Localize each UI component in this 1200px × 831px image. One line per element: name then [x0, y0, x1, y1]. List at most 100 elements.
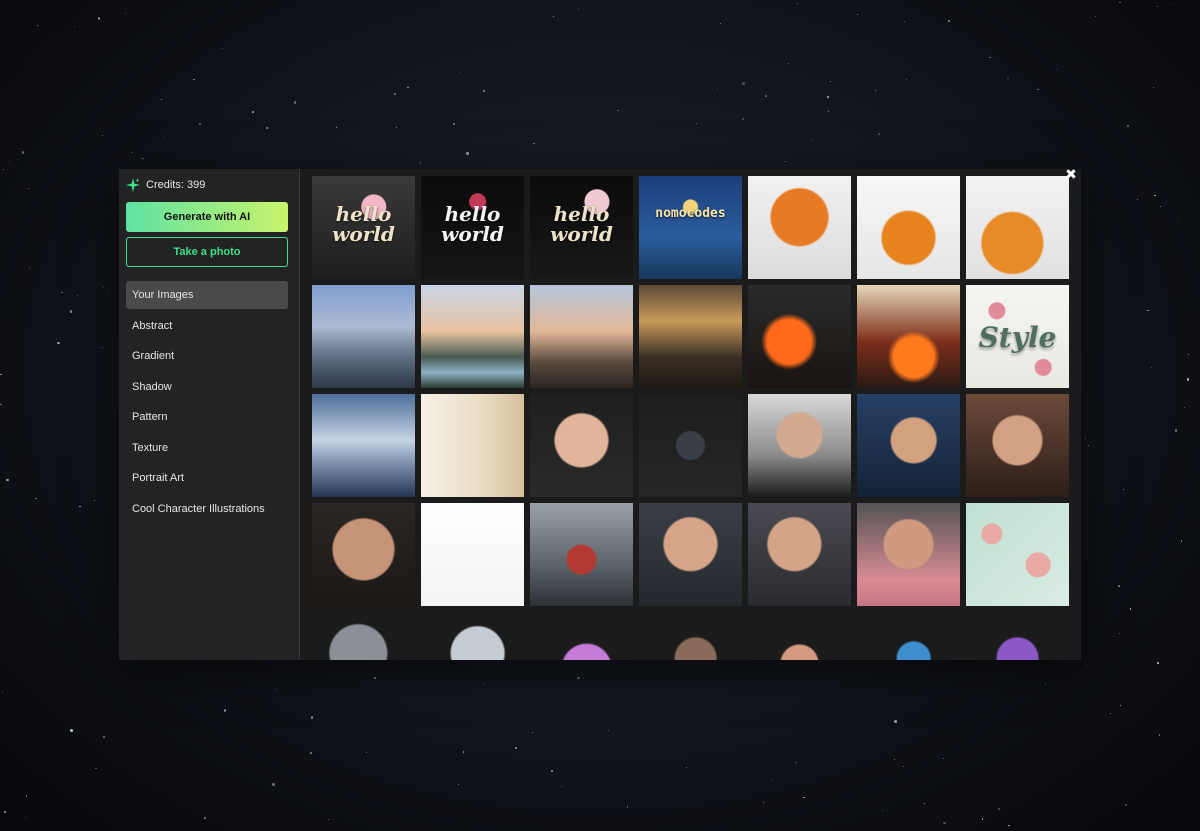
star	[193, 78, 195, 81]
image-thumbnail-icon	[639, 285, 742, 388]
gallery-image-tile[interactable]	[857, 285, 960, 388]
gallery-image-tile[interactable]	[530, 503, 633, 606]
star	[1118, 585, 1120, 587]
star	[265, 126, 269, 130]
star	[626, 806, 629, 808]
star	[742, 82, 745, 85]
star	[685, 767, 687, 769]
star	[1174, 429, 1178, 432]
star	[770, 778, 773, 781]
gallery-image-tile[interactable]	[639, 285, 742, 388]
category-pattern[interactable]: Pattern	[126, 403, 288, 431]
gallery-image-tile[interactable]	[748, 285, 851, 388]
image-thumbnail-icon	[748, 285, 851, 388]
star	[24, 816, 27, 819]
star	[310, 716, 313, 719]
sparkle-icon	[126, 177, 140, 192]
gallery-image-tile[interactable]	[639, 394, 742, 497]
gallery-image-tile[interactable]	[748, 503, 851, 606]
gallery-image-tile[interactable]	[857, 503, 960, 606]
close-icon[interactable]: ✖	[1064, 168, 1078, 182]
gallery-image-tile[interactable]	[530, 612, 633, 660]
star	[1125, 804, 1127, 806]
star	[796, 2, 798, 4]
gallery-image-tile[interactable]	[312, 503, 415, 606]
star	[95, 767, 97, 770]
category-your-images[interactable]: Your Images	[126, 281, 288, 309]
gallery-image-tile[interactable]: hello world	[421, 176, 524, 279]
gallery-image-tile[interactable]: Style	[966, 285, 1069, 388]
gallery-image-tile[interactable]	[421, 285, 524, 388]
star	[69, 310, 73, 313]
star	[252, 111, 254, 113]
gallery-image-tile[interactable]	[639, 612, 742, 660]
hello-world-text: hello world	[441, 202, 504, 246]
star	[981, 818, 984, 820]
star	[1180, 540, 1183, 542]
category-shadow[interactable]: Shadow	[126, 373, 288, 401]
gallery-image-tile[interactable]	[748, 394, 851, 497]
category-nav: Your Images Abstract Gradient Shadow Pat…	[126, 281, 288, 523]
star	[102, 287, 104, 289]
star	[1160, 206, 1161, 208]
gallery-image-tile[interactable]	[966, 612, 1069, 660]
gallery-image-tile[interactable]	[966, 394, 1069, 497]
gallery-image-tile[interactable]	[639, 503, 742, 606]
star	[1120, 704, 1122, 706]
star	[61, 291, 63, 294]
star	[923, 802, 925, 804]
image-thumbnail-icon	[748, 503, 851, 606]
gallery-image-tile[interactable]	[421, 612, 524, 660]
star	[1085, 437, 1087, 439]
gallery-image-tile[interactable]	[748, 612, 851, 660]
star	[875, 89, 877, 91]
gallery-image-tile[interactable]: hello world	[312, 176, 415, 279]
star	[1129, 608, 1132, 610]
image-thumbnail-icon	[857, 503, 960, 606]
category-abstract[interactable]: Abstract	[126, 312, 288, 340]
star	[893, 758, 895, 760]
gallery-image-tile[interactable]	[966, 176, 1069, 279]
category-cool-character-illustrations[interactable]: Cool Character Illustrations	[126, 495, 288, 523]
gallery-image-tile[interactable]	[857, 394, 960, 497]
image-thumbnail-icon	[312, 612, 415, 660]
star	[989, 56, 991, 59]
gallery-image-tile[interactable]	[530, 285, 633, 388]
star	[943, 821, 946, 825]
category-portrait-art[interactable]: Portrait Art	[126, 464, 288, 492]
nomocodes-text: nomocodes	[655, 206, 726, 221]
image-thumbnail-icon	[748, 394, 851, 497]
category-texture[interactable]: Texture	[126, 434, 288, 462]
gallery-image-tile[interactable]	[857, 176, 960, 279]
take-a-photo-button[interactable]: Take a photo	[126, 237, 288, 267]
gallery-image-tile[interactable]	[421, 394, 524, 497]
hello-world-text: hello world	[332, 202, 395, 246]
star	[795, 761, 797, 764]
gallery-image-tile[interactable]	[312, 612, 415, 660]
star	[763, 801, 765, 803]
star	[948, 20, 950, 22]
star	[27, 187, 30, 190]
star	[1150, 366, 1153, 369]
gallery-image-tile[interactable]	[312, 285, 415, 388]
image-thumbnail-icon	[312, 394, 415, 497]
star	[460, 72, 462, 74]
gallery-image-tile[interactable]	[966, 503, 1069, 606]
star	[1156, 6, 1158, 8]
star	[828, 110, 830, 112]
star	[93, 499, 95, 501]
star	[457, 784, 459, 786]
gallery-image-tile[interactable]	[857, 612, 960, 660]
gallery-image-tile[interactable]: nomocodes	[639, 176, 742, 279]
generate-with-ai-button[interactable]: Generate with AI	[126, 202, 288, 232]
gallery-image-tile[interactable]	[530, 394, 633, 497]
gallery-image-tile[interactable]	[312, 394, 415, 497]
style-text: Style	[978, 321, 1057, 354]
gallery-image-tile[interactable]: hello world	[530, 176, 633, 279]
gallery-image-tile[interactable]	[748, 176, 851, 279]
image-thumbnail-icon	[857, 394, 960, 497]
category-gradient[interactable]: Gradient	[126, 342, 288, 370]
star	[107, 292, 109, 294]
star	[1122, 488, 1125, 491]
gallery-image-tile[interactable]	[421, 503, 524, 606]
